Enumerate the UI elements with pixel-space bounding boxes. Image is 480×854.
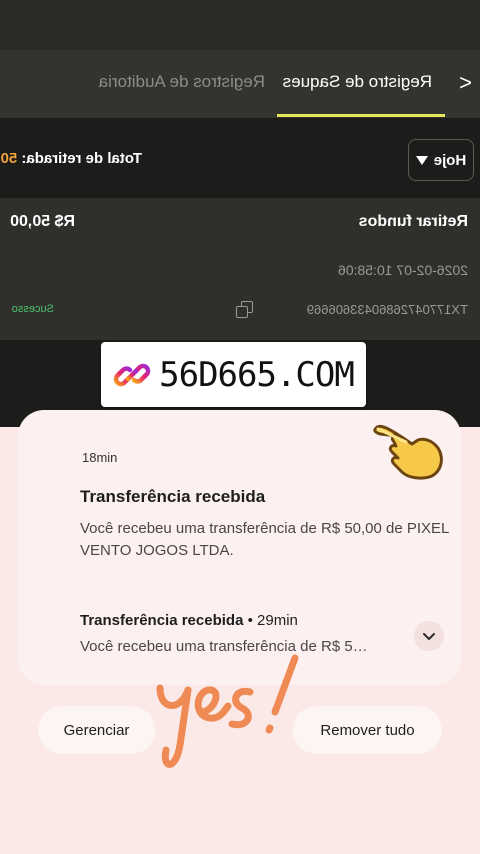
promo-banner[interactable]: 56D665.COM bbox=[101, 342, 366, 407]
separator-dot: • bbox=[247, 612, 253, 629]
yes-sticker bbox=[156, 654, 299, 768]
chevron-down-icon bbox=[423, 633, 435, 640]
transaction-amount: R$ 50,00 bbox=[10, 213, 75, 230]
total-withdrawal: Total de retirada: 50 bbox=[1, 150, 142, 167]
caret-down-icon bbox=[415, 155, 428, 165]
notification-body: Você recebeu uma transferência de R$ 50,… bbox=[80, 520, 449, 559]
notification-title: Transferência recebida bbox=[80, 487, 266, 506]
chevron-right-icon[interactable]: < bbox=[459, 70, 472, 96]
notification-title-2: Transferência recebida bbox=[80, 612, 244, 629]
total-value: 50 bbox=[0, 150, 18, 167]
notification-time: 18min bbox=[82, 450, 118, 465]
copy-icon[interactable] bbox=[237, 301, 253, 317]
status-badge: Sucesso bbox=[11, 303, 54, 315]
period-dropdown[interactable]: Hoje bbox=[408, 139, 474, 181]
notification-time-2: 29min bbox=[257, 612, 298, 629]
transaction-type: Retirar fundos bbox=[358, 213, 468, 230]
transaction-id: TX17704726860433606669 bbox=[306, 302, 468, 317]
pointing-hand-icon bbox=[373, 424, 443, 480]
tab-registro-de-saques[interactable]: Registro de Saques bbox=[283, 72, 432, 92]
tab-registros-de-auditoria[interactable]: Registros de Auditoria bbox=[99, 72, 265, 92]
manage-button[interactable]: Gerenciar bbox=[38, 706, 155, 754]
link-icon bbox=[113, 363, 151, 386]
active-tab-indicator bbox=[277, 114, 445, 117]
banner-text: 56D665.COM bbox=[159, 354, 355, 395]
period-label: Hoje bbox=[433, 151, 467, 169]
notification-header-2: Transferência recebida • 29min bbox=[80, 612, 298, 629]
mirrored-content: < Registro de Saques Registros de Audito… bbox=[0, 0, 480, 340]
transaction-datetime: 2026-02-07 10:58:06 bbox=[338, 262, 468, 278]
expand-button[interactable] bbox=[414, 621, 444, 651]
remove-all-button[interactable]: Remover tudo bbox=[293, 706, 442, 754]
total-label: Total de retirada: bbox=[21, 150, 142, 167]
